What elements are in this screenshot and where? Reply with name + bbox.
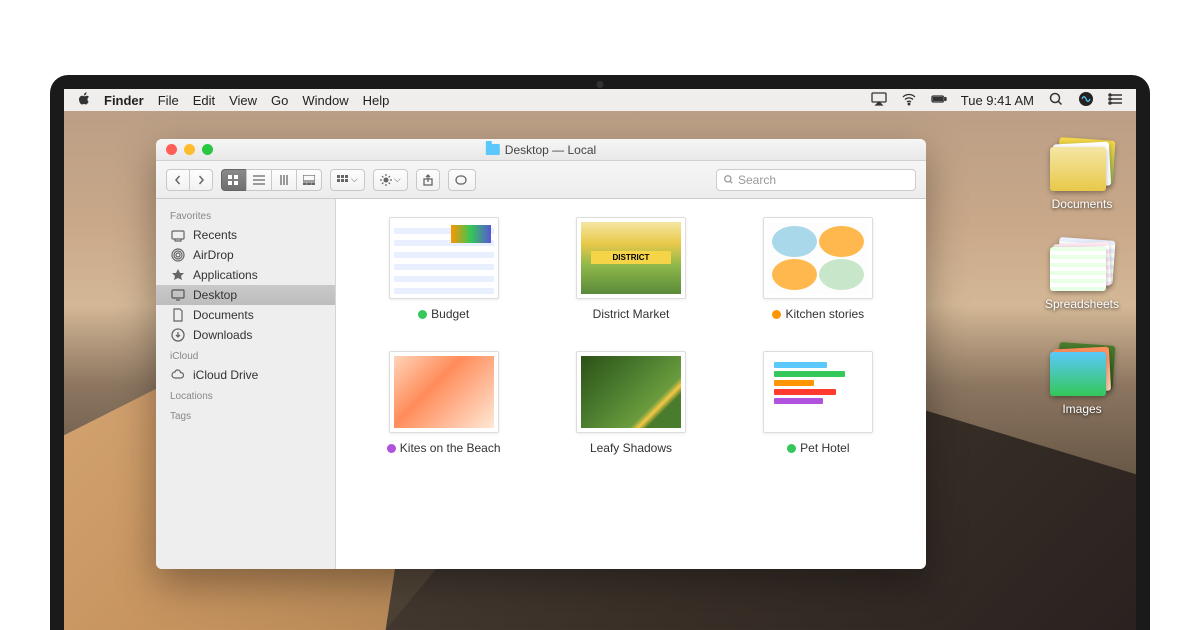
sidebar-item-recents[interactable]: Recents [156, 225, 335, 245]
file-item[interactable]: Kites on the Beach [360, 351, 527, 455]
tag-dot [418, 310, 427, 319]
recents-icon [170, 229, 186, 242]
sidebar-section-icloud: iCloud [156, 345, 335, 365]
sidebar: Favorites Recents AirDrop Applications D… [156, 199, 336, 569]
tag-dot [772, 310, 781, 319]
file-item[interactable]: Pet Hotel [735, 351, 902, 455]
window-title: Desktop — Local [486, 143, 596, 157]
column-view-button[interactable] [271, 169, 296, 191]
file-item[interactable]: Leafy Shadows [547, 351, 714, 455]
tag-dot [787, 444, 796, 453]
search-icon [723, 174, 734, 185]
airdrop-icon [170, 249, 186, 262]
desktop-stack-images[interactable]: Images [1042, 344, 1122, 416]
action-button[interactable]: ⌵ [373, 169, 408, 191]
search-field[interactable]: Search [716, 169, 916, 191]
stack-icon [1050, 139, 1114, 191]
menu-help[interactable]: Help [363, 93, 390, 108]
file-name: Kitchen stories [785, 307, 864, 321]
apple-menu-icon[interactable] [76, 91, 92, 110]
file-item[interactable]: Kitchen stories [735, 217, 902, 321]
sidebar-item-documents[interactable]: Documents [156, 305, 335, 325]
downloads-icon [170, 329, 186, 342]
menubar-app-name[interactable]: Finder [104, 93, 144, 108]
sidebar-item-applications[interactable]: Applications [156, 265, 335, 285]
file-thumbnail [389, 351, 499, 433]
list-view-button[interactable] [246, 169, 271, 191]
file-browser[interactable]: Budget District Market Kitchen stories K… [336, 199, 926, 569]
desktop-stack-documents[interactable]: Documents [1042, 139, 1122, 211]
documents-icon [170, 309, 186, 322]
laptop-frame: Finder File Edit View Go Window Help Tue… [50, 75, 1150, 630]
menu-view[interactable]: View [229, 93, 257, 108]
sidebar-item-desktop[interactable]: Desktop [156, 285, 335, 305]
menubar: Finder File Edit View Go Window Help Tue… [64, 89, 1136, 111]
menubar-clock[interactable]: Tue 9:41 AM [961, 93, 1034, 108]
cloud-icon [170, 369, 186, 382]
titlebar[interactable]: Desktop — Local [156, 139, 926, 161]
file-thumbnail [763, 351, 873, 433]
wifi-icon[interactable] [901, 91, 917, 110]
stack-icon [1050, 239, 1114, 291]
menu-edit[interactable]: Edit [193, 93, 215, 108]
gallery-view-button[interactable] [296, 169, 322, 191]
close-button[interactable] [166, 144, 177, 155]
airplay-icon[interactable] [871, 91, 887, 110]
file-name: Budget [431, 307, 469, 321]
view-switcher [221, 169, 322, 191]
stack-label: Spreadsheets [1045, 297, 1119, 311]
sidebar-section-locations: Locations [156, 385, 335, 405]
tag-dot [387, 444, 396, 453]
menu-window[interactable]: Window [302, 93, 348, 108]
sidebar-section-favorites: Favorites [156, 205, 335, 225]
folder-icon [486, 144, 500, 155]
notification-center-icon[interactable] [1108, 91, 1124, 110]
file-thumbnail [763, 217, 873, 299]
arrange-button[interactable]: ⌵ [330, 169, 365, 191]
file-thumbnail [576, 217, 686, 299]
file-thumbnail [389, 217, 499, 299]
file-name: District Market [593, 307, 670, 321]
sidebar-item-airdrop[interactable]: AirDrop [156, 245, 335, 265]
window-title-text: Desktop — Local [505, 143, 596, 157]
file-item[interactable]: Budget [360, 217, 527, 321]
applications-icon [170, 269, 186, 282]
search-placeholder: Search [738, 173, 776, 187]
zoom-button[interactable] [202, 144, 213, 155]
file-name: Pet Hotel [800, 441, 849, 455]
file-name: Leafy Shadows [590, 441, 672, 455]
stack-label: Images [1062, 402, 1101, 416]
siri-icon[interactable] [1078, 91, 1094, 110]
file-name: Kites on the Beach [400, 441, 501, 455]
menu-file[interactable]: File [158, 93, 179, 108]
sidebar-section-tags: Tags [156, 405, 335, 425]
stack-label: Documents [1052, 197, 1113, 211]
forward-button[interactable] [189, 169, 213, 191]
battery-icon[interactable] [931, 91, 947, 110]
file-item[interactable]: District Market [547, 217, 714, 321]
desktop[interactable]: Finder File Edit View Go Window Help Tue… [64, 89, 1136, 630]
menu-go[interactable]: Go [271, 93, 288, 108]
stack-icon [1050, 344, 1114, 396]
desktop-stack-spreadsheets[interactable]: Spreadsheets [1042, 239, 1122, 311]
share-button[interactable] [416, 169, 440, 191]
sidebar-item-downloads[interactable]: Downloads [156, 325, 335, 345]
sidebar-item-icloud-drive[interactable]: iCloud Drive [156, 365, 335, 385]
minimize-button[interactable] [184, 144, 195, 155]
nav-buttons [166, 169, 213, 191]
desktop-icon [170, 289, 186, 302]
icon-view-button[interactable] [221, 169, 246, 191]
file-thumbnail [576, 351, 686, 433]
spotlight-icon[interactable] [1048, 91, 1064, 110]
toolbar: ⌵ ⌵ Search [156, 161, 926, 199]
back-button[interactable] [166, 169, 189, 191]
camera [597, 81, 604, 88]
tags-button[interactable] [448, 169, 476, 191]
finder-window: Desktop — Local ⌵ ⌵ [156, 139, 926, 569]
